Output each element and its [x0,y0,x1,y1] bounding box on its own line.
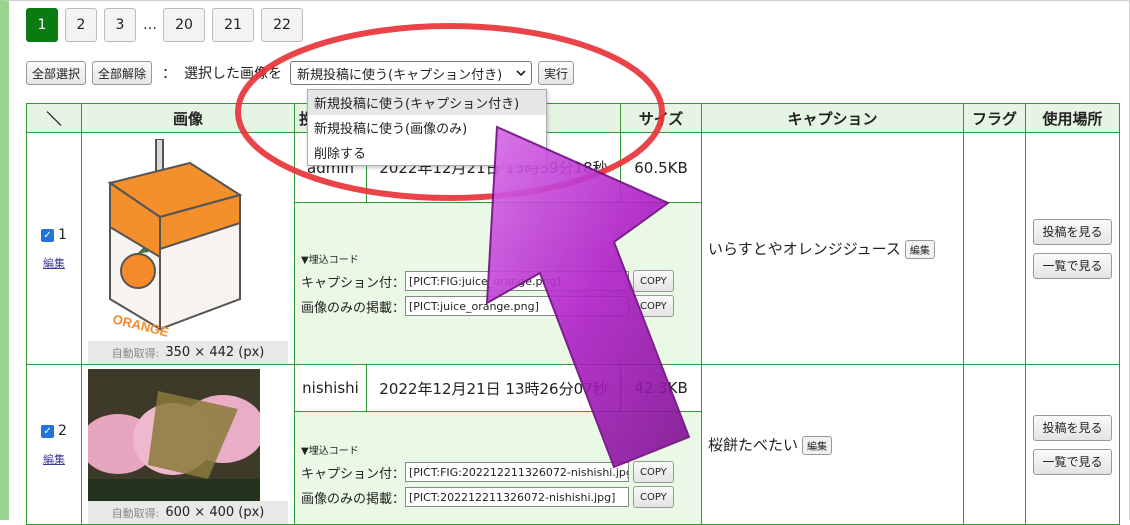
caption-embed-code-field[interactable]: [PICT:FIG:juice_orange.png] [405,271,629,291]
image-embed-label: 画像のみの掲載： [301,300,406,316]
header-flag: フラグ [963,103,1026,133]
flag-cell [963,132,1026,365]
image-embed-label: 画像のみの掲載： [301,491,406,507]
edit-link[interactable]: 編集 [27,451,81,467]
embed-code-title: ▼埋込コード [301,446,359,458]
auto-label: 自動取得: [111,346,160,360]
copy-image-code-button[interactable]: COPY [633,295,674,317]
header-size: サイズ [620,103,702,133]
table-header-row: ＼ 画像 投 サイズ キャプション フラグ 使用場所 [26,103,1120,133]
checkmark-icon: ✓ [41,228,55,242]
caption-embed-label: キャプション付： [301,466,406,482]
page-22-button[interactable]: 22 [261,8,303,42]
view-list-button[interactable]: 一覧で見る [1033,448,1112,475]
size-cell: 60.5KB [620,132,702,203]
row-check-cell: ✓ 1 編集 [26,132,82,365]
image-embed-row: 画像のみの掲載： [PICT:juice_orange.png] COPY [301,295,695,317]
copy-caption-code-button[interactable]: COPY [633,461,674,484]
row-number: 2 [58,423,67,440]
run-button[interactable]: 実行 [538,61,575,85]
view-post-button[interactable]: 投稿を見る [1033,218,1112,245]
dimensions-value: 350 × 442 (px) [165,345,265,360]
sakuramochi-thumbnail[interactable] [88,369,260,501]
auto-dimensions: 自動取得: 600 × 400 (px) [88,501,288,524]
caption-cell: 桜餅たべたい 編集 [701,364,964,525]
orange-juice-thumbnail[interactable]: ORANGE [90,139,290,339]
page-3-button[interactable]: 3 [104,8,136,42]
row-checkbox[interactable]: ✓ 1 [41,227,67,243]
deselect-all-button[interactable]: 全部解除 [92,61,153,85]
row-number: 1 [58,227,67,244]
image-embed-code-field[interactable]: [PICT:202212211326072-nishishi.jpg] [405,487,629,508]
auto-dimensions: 自動取得: 350 × 442 (px) [88,341,288,364]
view-list-button[interactable]: 一覧で見る [1033,252,1112,279]
header-usage: 使用場所 [1025,103,1120,133]
caption-embed-row: キャプション付： [PICT:FIG:juice_orange.png] COP… [301,270,695,292]
image-table: ＼ 画像 投 サイズ キャプション フラグ 使用場所 ✓ 1 編集 [26,103,1120,525]
caption-edit-button[interactable]: 編集 [802,436,833,455]
thumbnail-cell: ORANGE 自動取得: 350 × 442 (px) [81,132,295,365]
image-embed-code-field[interactable]: [PICT:juice_orange.png] [405,296,629,316]
flag-cell [963,364,1026,525]
auto-label: 自動取得: [111,506,160,520]
usage-cell: 投稿を見る 一覧で見る [1025,364,1120,525]
caption-text: 桜餅たべたい [708,436,799,454]
page-2-button[interactable]: 2 [65,8,97,42]
row-checkbox[interactable]: ✓ 2 [41,423,67,439]
date-cell: 2022年12月21日 13時26分07秒 [366,363,621,413]
caption-embed-code-field[interactable]: [PICT:FIG:202212211326072-nishishi.jpg] [405,462,629,483]
caption-embed-row: キャプション付： [PICT:FIG:202212211326072-nishi… [301,461,695,484]
header-caption: キャプション [701,103,964,133]
embed-code-cell: ▼埋込コード キャプション付： [PICT:FIG:juice_orange.p… [294,202,702,365]
bulk-action-select[interactable]: 新規投稿に使う(キャプション付き) [290,61,533,85]
embed-code-title: ▼埋込コード [301,255,359,266]
dimensions-value: 600 × 400 (px) [165,505,265,520]
bulk-action-dropdown: 新規投稿に使う(キャプション付き) 新規投稿に使う(画像のみ) 削除する [307,89,547,166]
poster-cell: nishishi [294,363,367,413]
select-all-button[interactable]: 全部選択 [26,61,87,85]
bulk-colon: ： [162,66,177,82]
chevron-down-icon [516,70,526,77]
edit-link[interactable]: 編集 [27,255,81,271]
bulk-action-bar: 全部選択 全部解除 ： 選択した画像を 新規投稿に使う(キャプション付き) 実行 [26,61,580,85]
checkmark-icon: ✓ [41,424,55,438]
page-1-button[interactable]: 1 [26,8,58,42]
row-check-cell: ✓ 2 編集 [26,364,82,525]
option-new-post-image-only[interactable]: 新規投稿に使う(画像のみ) [308,115,546,140]
view-post-button[interactable]: 投稿を見る [1033,414,1112,441]
selected-images-label: 選択した画像を [184,66,283,82]
copy-image-code-button[interactable]: COPY [633,486,674,509]
table-row: ✓ 2 編集 自動取得: 600 × 400 (px) nishishi 202… [26,363,1120,525]
thumbnail-cell: 自動取得: 600 × 400 (px) [81,364,295,525]
caption-edit-button[interactable]: 編集 [904,240,935,259]
header-image: 画像 [81,103,295,133]
page-20-button[interactable]: 20 [163,8,205,42]
option-delete[interactable]: 削除する [308,140,546,165]
header-check: ＼ [26,103,82,133]
option-new-post-with-caption[interactable]: 新規投稿に使う(キャプション付き) [308,90,546,115]
caption-embed-label: キャプション付： [301,275,406,291]
pagination-ellipsis: … [143,17,157,33]
copy-caption-code-button[interactable]: COPY [633,270,674,292]
usage-cell: 投稿を見る 一覧で見る [1025,132,1120,365]
pagination: 1 2 3 … 20 21 22 [26,8,310,42]
embed-code-cell: ▼埋込コード キャプション付： [PICT:FIG:20221221132607… [294,411,702,525]
size-cell: 42.3KB [620,363,702,413]
caption-text: いらすとやオレンジジュース [708,240,901,258]
bulk-action-selected-value: 新規投稿に使う(キャプション付き) [297,67,503,83]
image-embed-row: 画像のみの掲載： [PICT:202212211326072-nishishi.… [301,486,695,509]
table-row: ✓ 1 編集 ORANGE 自動取得: 350 × 442 (px) admin… [26,132,1120,365]
page-21-button[interactable]: 21 [212,8,254,42]
caption-cell: いらすとやオレンジジュース 編集 [701,132,964,365]
